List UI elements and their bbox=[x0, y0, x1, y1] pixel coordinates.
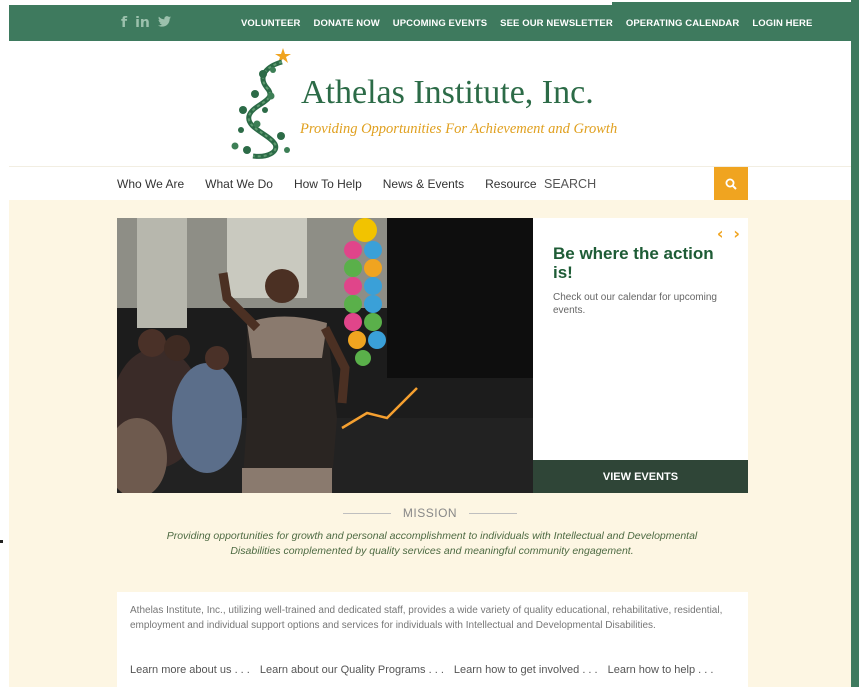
mission-heading: MISSION bbox=[9, 506, 851, 520]
learn-about-us-link[interactable]: Learn more about us . . . bbox=[130, 664, 250, 676]
site-header: Athelas Institute, Inc. Providing Opport… bbox=[9, 41, 851, 166]
utility-nav: VOLUNTEER DONATE NOW UPCOMING EVENTS SEE… bbox=[241, 5, 812, 41]
divider-right bbox=[469, 512, 518, 514]
callout-text: Check out our calendar for upcoming even… bbox=[553, 292, 717, 316]
nav-who-we-are[interactable]: Who We Are bbox=[117, 177, 184, 191]
mission-statement: Providing opportunities for growth and p… bbox=[166, 530, 698, 557]
main-nav: Who We Are What We Do How To Help News &… bbox=[9, 166, 851, 201]
upcoming-events-link[interactable]: UPCOMING EVENTS bbox=[393, 18, 487, 29]
login-link[interactable]: LOGIN HERE bbox=[752, 18, 812, 29]
facebook-icon[interactable]: f bbox=[121, 15, 127, 31]
site-tagline: Providing Opportunities For Achievement … bbox=[300, 121, 618, 137]
nav-news-events[interactable]: News & Events bbox=[383, 177, 464, 191]
divider-left bbox=[342, 512, 391, 514]
operating-calendar-link[interactable]: OPERATING CALENDAR bbox=[626, 18, 740, 29]
content-area: ‹ › Be where the action is! Check out ou… bbox=[9, 200, 851, 687]
donate-now-link[interactable]: DONATE NOW bbox=[314, 18, 380, 29]
nav-what-we-do[interactable]: What We Do bbox=[205, 177, 273, 191]
view-events-button[interactable]: VIEW EVENTS bbox=[533, 460, 748, 493]
hero-photo[interactable] bbox=[117, 218, 533, 493]
site-title[interactable]: Athelas Institute, Inc. bbox=[301, 74, 594, 112]
chevron-left-icon[interactable]: ‹ bbox=[717, 224, 724, 243]
about-card: Athelas Institute, Inc., utilizing well-… bbox=[117, 592, 748, 687]
mission-title: MISSION bbox=[402, 506, 458, 520]
decorative-side-strip bbox=[851, 0, 859, 687]
volunteer-link[interactable]: VOLUNTEER bbox=[241, 18, 301, 29]
twitter-icon[interactable] bbox=[157, 15, 171, 31]
logo-icon[interactable] bbox=[227, 46, 297, 161]
chevron-right-icon[interactable]: › bbox=[733, 224, 740, 243]
main-nav-items: Who We Are What We Do How To Help News &… bbox=[117, 167, 543, 201]
callout-title: Be where the action is! bbox=[553, 244, 714, 282]
social-links: f in bbox=[121, 5, 171, 41]
search-button[interactable] bbox=[714, 167, 748, 201]
events-callout: ‹ › Be where the action is! Check out ou… bbox=[533, 218, 748, 460]
learn-get-involved-link[interactable]: Learn how to get involved . . . bbox=[454, 664, 598, 676]
search-icon bbox=[725, 178, 737, 190]
nav-how-to-help[interactable]: How To Help bbox=[294, 177, 362, 191]
slider-arrows: ‹ › bbox=[717, 224, 740, 243]
newsletter-link[interactable]: SEE OUR NEWSLETTER bbox=[500, 18, 613, 29]
about-links: Learn more about us . . . Learn about ou… bbox=[130, 664, 713, 676]
learn-how-to-help-link[interactable]: Learn how to help . . . bbox=[608, 664, 714, 676]
linkedin-icon[interactable]: in bbox=[135, 15, 150, 31]
decorative-dot bbox=[0, 540, 3, 543]
about-text: Athelas Institute, Inc., utilizing well-… bbox=[130, 605, 723, 631]
hero-slider: ‹ › Be where the action is! Check out ou… bbox=[117, 218, 748, 493]
decorative-corner-edge bbox=[612, 0, 852, 2]
search-input[interactable] bbox=[537, 169, 714, 199]
learn-quality-programs-link[interactable]: Learn about our Quality Programs . . . bbox=[260, 664, 444, 676]
nav-resources[interactable]: Resources bbox=[485, 177, 542, 191]
top-bar: f in VOLUNTEER DONATE NOW UPCOMING EVENT… bbox=[9, 5, 851, 41]
